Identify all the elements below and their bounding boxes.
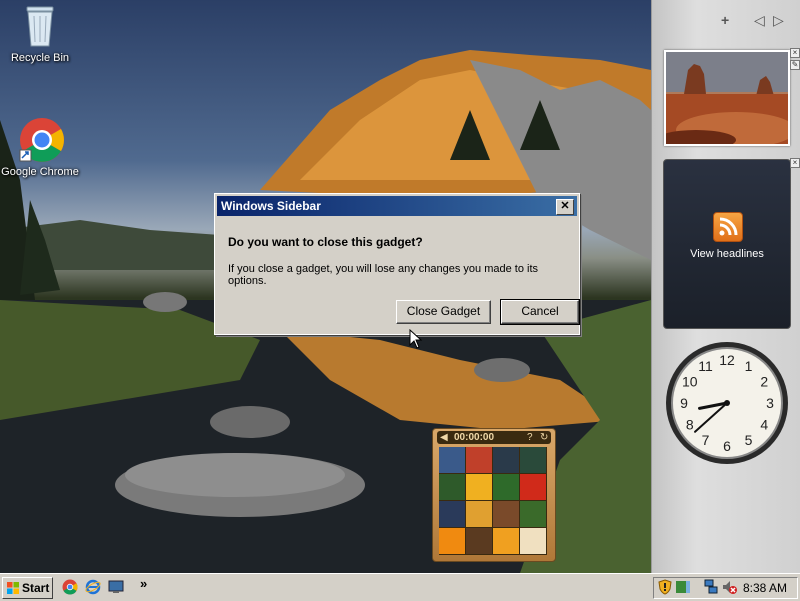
mouse-cursor-icon — [409, 329, 423, 349]
picture-puzzle-gadget[interactable]: ◀ 00:00:00 ? ↻ — [432, 428, 556, 562]
desktop-icon-google-chrome[interactable]: Google Chrome — [0, 116, 80, 178]
puzzle-tile[interactable] — [520, 447, 546, 473]
clock-numeral: 1 — [745, 358, 753, 374]
puzzle-tile[interactable] — [466, 474, 492, 500]
puzzle-tile[interactable] — [520, 501, 546, 527]
rss-icon — [713, 212, 743, 242]
dialog-title-bar[interactable]: Windows Sidebar ✕ — [217, 196, 577, 216]
next-page-button[interactable]: ▷ — [773, 12, 784, 29]
dialog-heading: Do you want to close this gadget? — [228, 235, 423, 249]
clock-numeral: 11 — [698, 358, 713, 374]
windows-logo-icon — [7, 582, 19, 594]
analog-clock-face: 1234567891011 12 — [666, 342, 788, 464]
clock-numeral: 3 — [766, 395, 774, 411]
puzzle-toolbar: ◀ 00:00:00 ? ↻ — [437, 431, 551, 444]
taskbar-clock[interactable]: 8:38 AM — [743, 581, 787, 595]
puzzle-tile[interactable] — [493, 474, 519, 500]
puzzle-tile[interactable] — [520, 528, 546, 554]
close-gadget-dialog: Windows Sidebar ✕ Do you want to close t… — [214, 193, 580, 335]
desktop-icon-recycle-bin[interactable]: Recycle Bin — [0, 2, 80, 64]
clock-numeral: 7 — [702, 432, 710, 448]
puzzle-tile[interactable] — [439, 501, 465, 527]
system-tray: 8:38 AM — [653, 577, 798, 599]
quicklaunch-more-chevron[interactable]: » — [140, 576, 147, 591]
clock-numeral: 9 — [680, 395, 688, 411]
clock-numeral: 8 — [686, 417, 694, 433]
puzzle-grid — [439, 447, 547, 555]
windows-sidebar: + ◁ ▷ × ✎ View headlines × 12 3 4 5 6 7 8 … — [651, 0, 800, 573]
puzzle-tile[interactable] — [520, 474, 546, 500]
network-icon[interactable] — [703, 579, 719, 595]
puzzle-timer: 00:00:00 — [454, 432, 495, 443]
puzzle-tile[interactable] — [439, 447, 465, 473]
puzzle-tile[interactable] — [439, 528, 465, 554]
puzzle-tile[interactable] — [493, 447, 519, 473]
dialog-title: Windows Sidebar — [221, 199, 321, 213]
slideshow-close-icon[interactable]: × — [790, 48, 800, 58]
slideshow-gadget[interactable] — [664, 50, 790, 146]
puzzle-tile[interactable] — [493, 528, 519, 554]
dialog-message: If you close a gadget, you will lose any… — [228, 263, 539, 287]
volume-muted-icon[interactable] — [721, 579, 737, 595]
feed-headlines-gadget[interactable]: View headlines — [663, 159, 791, 329]
puzzle-tile[interactable] — [466, 528, 492, 554]
chrome-quicklaunch-icon[interactable] — [62, 579, 78, 595]
puzzle-tile[interactable] — [493, 501, 519, 527]
desktop-wallpaper: Recycle Bin Google Chrome ◀ 00:00:00 ? ↻ — [0, 0, 651, 573]
puzzle-help-icon[interactable]: ? — [527, 431, 533, 444]
slideshow-settings-icon[interactable]: ✎ — [790, 60, 800, 70]
close-gadget-button[interactable]: Close Gadget — [396, 300, 491, 324]
feed-close-icon[interactable]: × — [790, 158, 800, 168]
desktop-icon-label: Google Chrome — [1, 166, 79, 178]
chrome-icon — [18, 116, 64, 162]
clock-numeral: 10 — [682, 374, 698, 390]
show-desktop-icon[interactable] — [108, 579, 124, 595]
puzzle-back-icon[interactable]: ◀ — [440, 431, 448, 444]
start-label: Start — [22, 581, 50, 595]
puzzle-tile[interactable] — [439, 474, 465, 500]
clock-numeral: 6 — [723, 438, 731, 454]
close-icon: ✕ — [560, 200, 570, 212]
internet-explorer-icon[interactable] — [85, 579, 101, 595]
cancel-button[interactable]: Cancel — [500, 299, 580, 325]
clock-numeral: 12 — [719, 352, 735, 368]
start-button[interactable]: Start — [2, 577, 53, 599]
taskbar: Start » 8:38 AM — [0, 573, 800, 601]
security-shield-icon[interactable] — [657, 579, 673, 595]
slideshow-photo — [666, 52, 788, 144]
clock-numeral: 2 — [760, 374, 768, 390]
dialog-close-button[interactable]: ✕ — [556, 199, 574, 215]
view-headlines-label[interactable]: View headlines — [664, 248, 790, 260]
clock-numeral: 5 — [745, 432, 753, 448]
clock-gadget[interactable]: 1 2 3 4 5 6 7 8 9 10 11 12 — [664, 340, 790, 466]
add-gadget-button[interactable]: + — [721, 12, 729, 28]
puzzle-tile[interactable] — [466, 447, 492, 473]
puzzle-refresh-icon[interactable]: ↻ — [540, 431, 548, 444]
desktop-icon-label: Recycle Bin — [10, 52, 70, 64]
puzzle-tile[interactable] — [466, 501, 492, 527]
clock-numeral: 4 — [760, 417, 768, 433]
recycle-bin-icon — [18, 2, 62, 48]
previous-page-button[interactable]: ◁ — [754, 12, 765, 29]
windows-sidebar-tray-icon[interactable] — [675, 579, 691, 595]
